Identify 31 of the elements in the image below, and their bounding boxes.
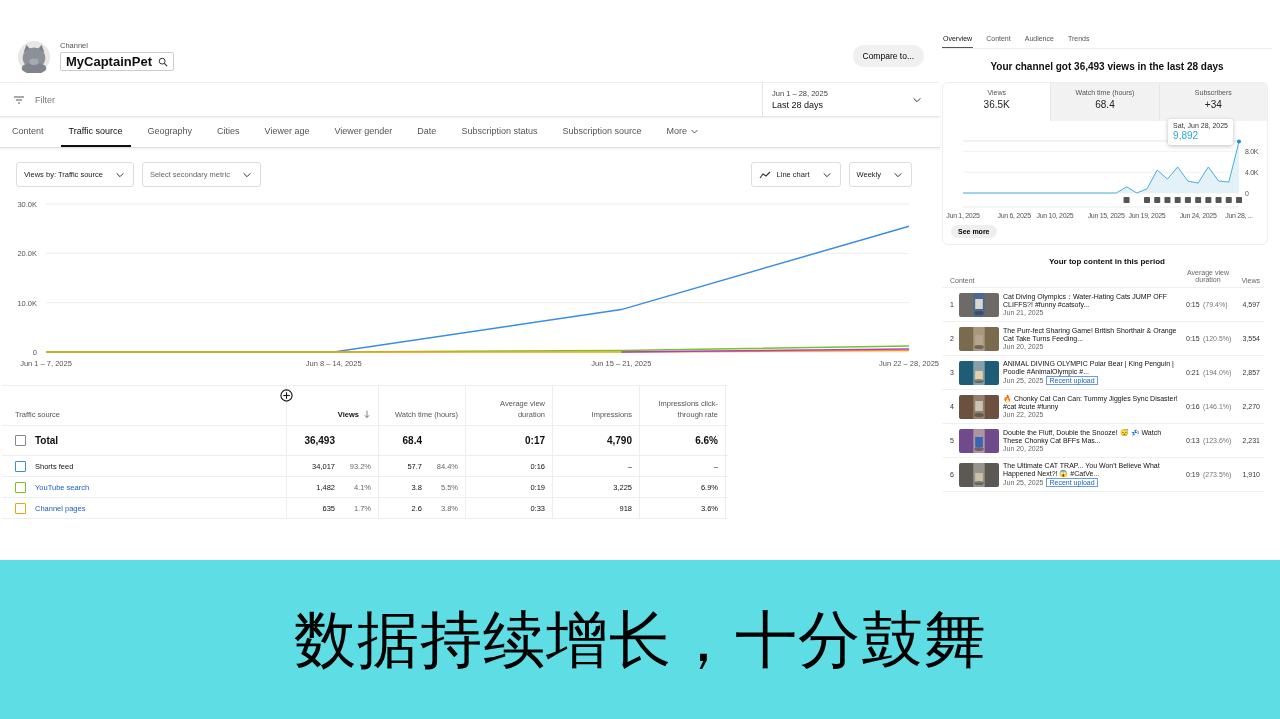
more-tab[interactable]: More xyxy=(658,117,707,147)
table-cell: 0:17 xyxy=(525,435,545,446)
table-cell: 36,493 xyxy=(304,435,335,446)
search-icon[interactable] xyxy=(157,56,168,67)
checkbox[interactable] xyxy=(15,502,26,514)
tab[interactable]: Traffic source xyxy=(60,117,131,147)
summary-heading: Your channel got 36,493 views in the last 28 days xyxy=(989,60,1225,74)
filter-field[interactable]: Filter xyxy=(35,94,155,105)
table-cell: 68.4 xyxy=(402,435,422,446)
compare-button[interactable]: Compare to... xyxy=(852,45,924,67)
tab[interactable]: Subscription status xyxy=(453,117,546,147)
tab[interactable]: Viewer age xyxy=(256,117,318,147)
add-column-icon[interactable] xyxy=(280,389,293,402)
checkbox[interactable] xyxy=(15,435,26,446)
table-cell: Total xyxy=(35,435,59,446)
tab[interactable]: Subscription source xyxy=(554,117,650,147)
table-cell: 4,790 xyxy=(606,435,632,446)
checkbox[interactable] xyxy=(15,460,26,472)
channel-selector[interactable]: MyCaptainPet xyxy=(60,52,174,71)
tab[interactable]: Cities xyxy=(209,117,248,147)
checkbox[interactable] xyxy=(15,481,26,493)
tab[interactable]: Content xyxy=(4,117,52,147)
tab[interactable]: Viewer gender xyxy=(326,117,401,147)
filter-icon[interactable] xyxy=(13,93,25,106)
tab[interactable]: Date xyxy=(409,117,445,147)
data-point xyxy=(1237,139,1241,144)
tab[interactable]: Geography xyxy=(139,117,201,147)
section-title: Your top content in this period xyxy=(1048,257,1166,266)
caption-text: 数据持续增长，十分鼓舞 xyxy=(293,601,987,678)
table-cell: 6.6% xyxy=(695,435,718,446)
sort-arrow-icon xyxy=(363,409,371,419)
